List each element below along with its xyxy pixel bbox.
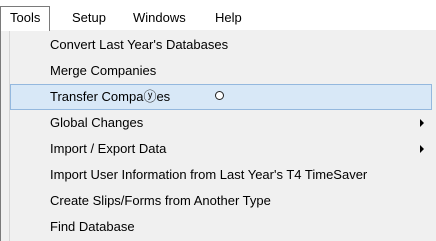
menu-item-global-changes[interactable]: Global Changes (10, 110, 432, 136)
busy-cursor-icon (215, 91, 224, 100)
menu-windows[interactable]: Windows (124, 6, 195, 30)
menu-item-find-database[interactable]: Find Database (10, 214, 432, 240)
menu-help[interactable]: Help (206, 6, 251, 30)
menu-item-label: Convert Last Year's Databases (50, 37, 229, 52)
menu-item-import-user-information[interactable]: Import User Information from Last Year's… (10, 162, 432, 188)
menu-item-import-export-data[interactable]: Import / Export Data (10, 136, 432, 162)
menu-item-label: Create Slips/Forms from Another Type (50, 193, 271, 208)
menu-item-merge-companies[interactable]: Merge Companies (10, 58, 432, 84)
menu-item-label: Import User Information from Last Year's… (50, 167, 368, 182)
menu-item-label: Global Changes (50, 115, 144, 130)
submenu-arrow-icon (420, 145, 424, 153)
submenu-arrow-icon (420, 119, 424, 127)
menu-bar: Tools Setup Windows Help (0, 0, 436, 31)
menu-item-label: Transfer Compaⓨes (50, 89, 171, 104)
menu-item-label: Find Database (50, 219, 135, 234)
menu-item-label: Merge Companies (50, 63, 157, 78)
menu-tools[interactable]: Tools (0, 6, 51, 31)
tools-dropdown-menu: Convert Last Year's Databases Merge Comp… (0, 30, 436, 241)
menu-setup[interactable]: Setup (63, 6, 115, 30)
menu-item-convert-databases[interactable]: Convert Last Year's Databases (10, 32, 432, 58)
menu-item-create-slips-forms[interactable]: Create Slips/Forms from Another Type (10, 188, 432, 214)
menu-item-label: Import / Export Data (50, 141, 167, 156)
